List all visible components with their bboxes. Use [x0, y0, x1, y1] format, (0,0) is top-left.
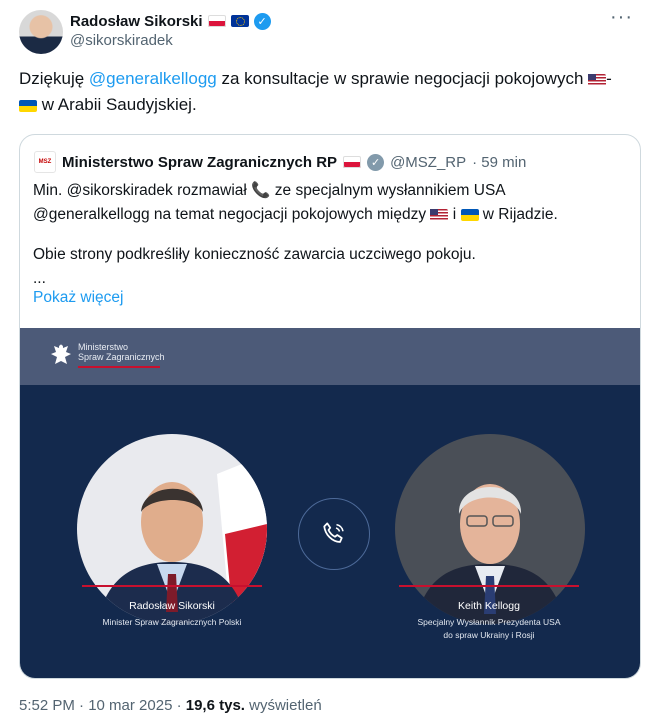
flag-eu-icon — [230, 15, 249, 27]
views-count: 19,6 tys. — [185, 697, 245, 714]
more-icon[interactable]: ··· — [610, 6, 633, 29]
author-handle[interactable]: @sikorskiradek — [70, 32, 173, 49]
quoted-tweet[interactable]: MSZ Ministerstwo Spraw Zagranicznych RP … — [19, 134, 641, 679]
quote-text-line: Obie strony podkreśliły konieczność zawa… — [33, 246, 476, 263]
sikorski-photo — [77, 434, 267, 624]
ministry-label-line: Ministerstwo — [78, 342, 129, 352]
call-circle — [298, 498, 370, 570]
verified-icon[interactable]: ✓ — [253, 12, 271, 30]
show-more-link[interactable]: Pokaż więcej — [33, 289, 123, 307]
msz-logo[interactable]: MSZ — [34, 151, 56, 173]
quote-author-handle[interactable]: @MSZ_RP — [390, 154, 466, 171]
verified-icon[interactable]: ✓ — [367, 153, 385, 171]
quote-text-part: ze specjalnym wysłannikiem USA — [270, 182, 506, 199]
left-caption-line — [82, 585, 262, 587]
tweet-text-part: w Arabii Saudyjskiej. — [37, 95, 197, 114]
flag-us-icon — [430, 208, 449, 221]
tweet-meta: 5:52 PM · 10 mar 2025 · 19,6 tys. wyświe… — [19, 697, 322, 714]
quote-text-part: w Rijadzie. — [478, 206, 558, 223]
tweet-text-part: za konsultacje w sprawie negocjacji poko… — [216, 69, 589, 88]
views-label: wyświetleń — [244, 697, 322, 714]
flag-pl-icon — [343, 156, 362, 168]
right-person-name: Keith Kellogg — [458, 600, 520, 612]
quote-text-part: Min. @sikorskiradek rozmawiał — [33, 182, 252, 199]
quote-ellipsis: ... — [33, 270, 46, 287]
right-person-role-line1: Specjalny Wysłannik Prezydenta USA — [417, 617, 561, 627]
flag-ua-icon — [460, 208, 479, 221]
kellogg-photo — [395, 434, 585, 624]
flag-pl-icon — [207, 15, 226, 27]
left-person-role: Minister Spraw Zagranicznych Polski — [102, 617, 242, 627]
right-person-role-line2: do spraw Ukrainy i Rosji — [443, 630, 535, 640]
quote-media-image[interactable]: Ministerstwo Spraw Zagranicznych Radosła… — [20, 328, 640, 678]
ministry-label: Ministerstwo Spraw Zagranicznych — [78, 342, 165, 362]
quote-header: MSZ Ministerstwo Spraw Zagranicznych RP … — [34, 151, 526, 173]
eagle-icon — [51, 344, 71, 364]
tweet-timestamp[interactable]: 5:52 PM · 10 mar 2025 · — [19, 697, 186, 714]
author-avatar[interactable] — [19, 10, 63, 54]
right-caption-line — [399, 585, 579, 587]
quote-time[interactable]: · 59 min — [472, 154, 526, 171]
quote-text-part: i — [448, 206, 461, 223]
tweet-text-part: Dziękuję — [19, 69, 89, 88]
flag-separator: - — [606, 69, 612, 88]
author-name[interactable]: Radosław Sikorski — [70, 13, 203, 30]
quote-text-part: @generalkellogg na temat negocjacji poko… — [33, 206, 431, 223]
ministry-underline — [78, 366, 160, 368]
flag-ua-icon — [19, 99, 37, 112]
flag-us-icon — [588, 73, 607, 86]
phone-icon: 📞 — [251, 182, 271, 199]
quote-text: Min. @sikorskiradek rozmawiał 📞 ze specj… — [33, 179, 628, 291]
media-header-band: Ministerstwo Spraw Zagranicznych — [20, 328, 640, 385]
author-name-row: Radosław Sikorski ✓ — [70, 11, 271, 31]
mention-link[interactable]: @generalkellogg — [89, 69, 217, 88]
quote-author-name[interactable]: Ministerstwo Spraw Zagranicznych RP — [62, 154, 337, 171]
ministry-label-line: Spraw Zagranicznych — [78, 352, 165, 362]
tweet-text: Dziękuję @generalkellogg za konsultacje … — [19, 66, 619, 118]
left-person-name: Radosław Sikorski — [129, 600, 215, 612]
phone-icon — [323, 522, 344, 543]
